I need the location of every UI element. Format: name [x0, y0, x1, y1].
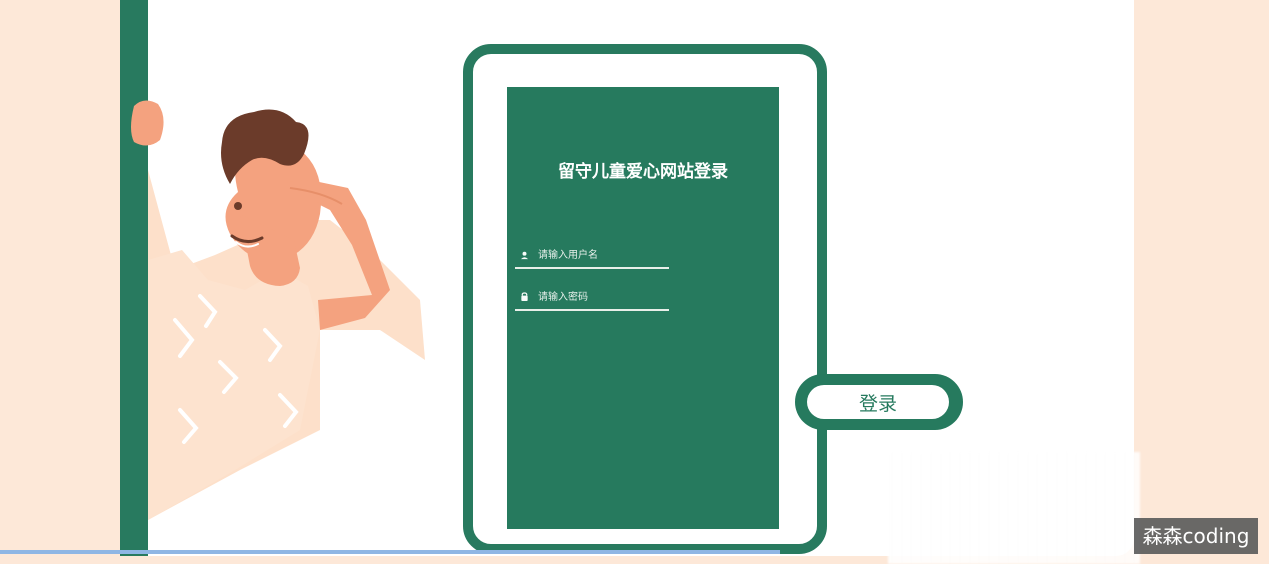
login-button-container: 登录 — [795, 374, 963, 430]
login-panel: 留守儿童爱心网站登录 — [507, 87, 779, 529]
lock-icon — [518, 291, 530, 303]
password-field — [515, 285, 669, 311]
watermark-label: 森森coding — [1134, 518, 1258, 554]
user-icon — [518, 249, 530, 261]
watermark-fade — [888, 452, 1140, 564]
username-input[interactable] — [538, 245, 666, 265]
peeking-boy-illustration — [131, 100, 425, 520]
login-title: 留守儿童爱心网站登录 — [558, 162, 728, 182]
username-field — [515, 243, 669, 269]
bottom-progress-bar — [0, 550, 780, 554]
login-button[interactable]: 登录 — [807, 385, 949, 419]
password-input[interactable] — [538, 287, 666, 307]
